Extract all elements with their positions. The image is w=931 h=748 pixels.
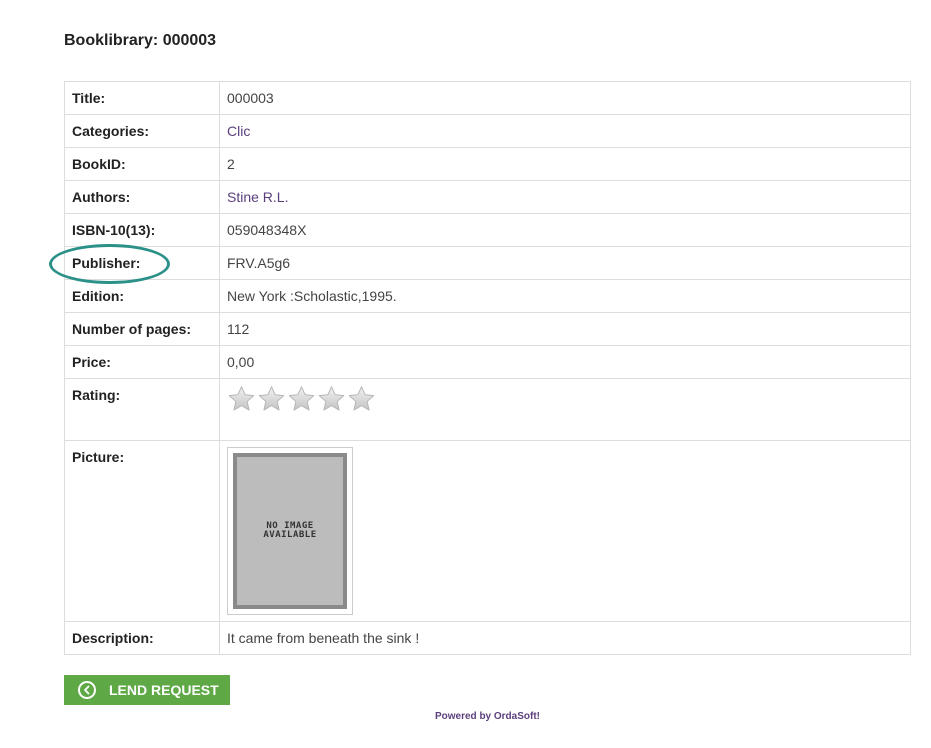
- powered-by-footer[interactable]: Powered by OrdaSoft!: [0, 711, 931, 722]
- rating-star-icon[interactable]: [227, 385, 256, 413]
- book-details-page: Booklibrary: 000003 Title: 000003 Catego…: [0, 0, 931, 748]
- no-image-placeholder: NO IMAGE AVAILABLE: [233, 453, 347, 609]
- rating-label: Rating:: [64, 378, 220, 441]
- lend-request-label: LEND REQUEST: [109, 682, 219, 698]
- page-title: Booklibrary: 000003: [64, 32, 217, 49]
- category-link[interactable]: Clic: [227, 123, 250, 139]
- title-label: Title:: [64, 81, 220, 115]
- categories-label: Categories:: [64, 114, 220, 148]
- isbn-value: 059048348X: [219, 213, 911, 247]
- price-label: Price:: [64, 345, 220, 379]
- picture-label: Picture:: [64, 440, 220, 622]
- pages-row: Number of pages: 112: [64, 312, 911, 346]
- description-row: Description: It came from beneath the si…: [64, 621, 911, 655]
- rating-stars: [227, 385, 903, 413]
- isbn-label: ISBN-10(13):: [64, 213, 220, 247]
- edition-value: New York :Scholastic,1995.: [219, 279, 911, 313]
- isbn-row: ISBN-10(13): 059048348X: [64, 213, 911, 247]
- book-cover-frame: NO IMAGE AVAILABLE: [227, 447, 353, 615]
- pages-value: 112: [219, 312, 911, 346]
- publisher-value: FRV.A5g6: [219, 246, 911, 280]
- title-row: Title: 000003: [64, 81, 911, 115]
- bookid-value: 2: [219, 147, 911, 181]
- lend-request-button[interactable]: LEND REQUEST: [64, 675, 230, 705]
- authors-row: Authors: Stine R.L.: [64, 180, 911, 214]
- price-value: 0,00: [219, 345, 911, 379]
- rating-star-icon[interactable]: [347, 385, 376, 413]
- book-details-table: Title: 000003 Categories: Clic BookID: 2…: [64, 81, 911, 655]
- description-label: Description:: [64, 621, 220, 655]
- rating-star-icon[interactable]: [287, 385, 316, 413]
- authors-label: Authors:: [64, 180, 220, 214]
- rating-star-icon[interactable]: [317, 385, 346, 413]
- rating-star-icon[interactable]: [257, 385, 286, 413]
- bookid-label: BookID:: [64, 147, 220, 181]
- title-value: 000003: [219, 81, 911, 115]
- categories-row: Categories: Clic: [64, 114, 911, 148]
- author-link[interactable]: Stine R.L.: [227, 189, 288, 205]
- description-value: It came from beneath the sink !: [219, 621, 911, 655]
- edition-label: Edition:: [64, 279, 220, 313]
- publisher-label: Publisher:: [64, 246, 220, 280]
- bookid-row: BookID: 2: [64, 147, 911, 181]
- rating-row: Rating:: [64, 378, 911, 441]
- no-image-text-line2: AVAILABLE: [263, 530, 317, 540]
- pages-label: Number of pages:: [64, 312, 220, 346]
- chevron-left-circle-icon: [78, 681, 96, 699]
- price-row: Price: 0,00: [64, 345, 911, 379]
- picture-row: Picture: NO IMAGE AVAILABLE: [64, 440, 911, 622]
- edition-row: Edition: New York :Scholastic,1995.: [64, 279, 911, 313]
- publisher-row: Publisher: FRV.A5g6: [64, 246, 911, 280]
